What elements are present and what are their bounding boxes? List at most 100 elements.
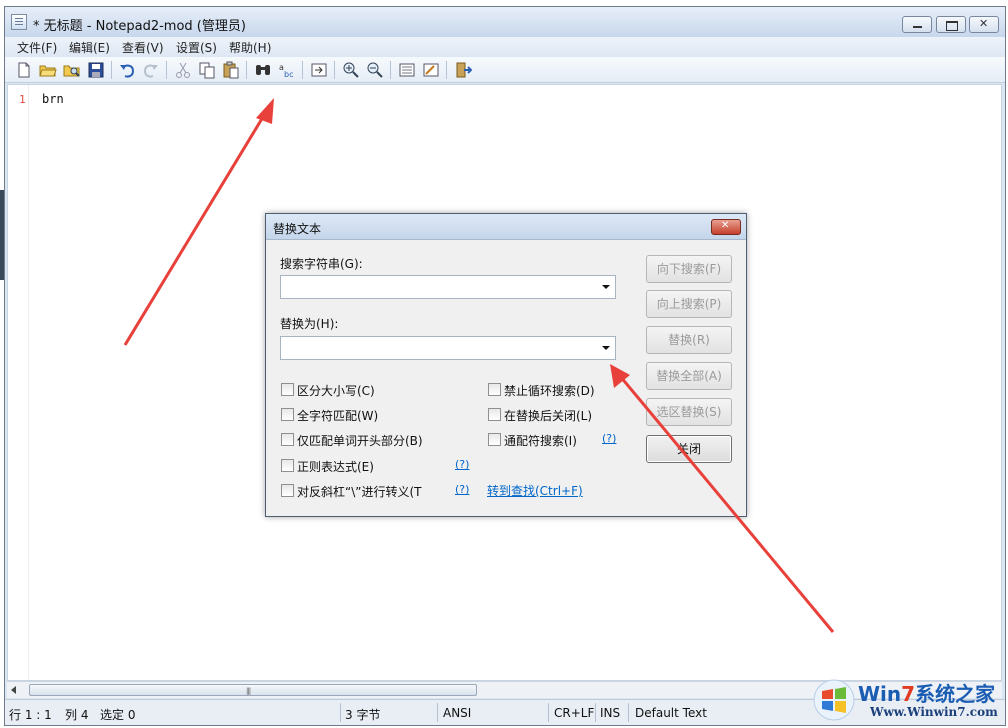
regex-label[interactable]: 正则表达式(E) <box>297 458 374 475</box>
menu-file[interactable]: 文件(F) <box>17 39 57 56</box>
window-title: * 无标题 - Notepad2-mod (管理员) <box>33 19 246 34</box>
watermark-brand-prefix: Win <box>858 682 902 706</box>
scrollbar-thumb[interactable]: ||| <box>29 684 477 696</box>
save-icon[interactable] <box>87 61 105 79</box>
replace-dialog: 替换文本 搜索字符串(G): 替换为(H): 区分大小写(C) 全字符匹配(W)… <box>265 213 747 517</box>
toolbar-separator <box>302 61 303 79</box>
scroll-left-icon[interactable] <box>11 686 16 694</box>
match-case-checkbox[interactable] <box>281 383 294 396</box>
watermark-url: Www.Winwin7.com <box>870 705 998 719</box>
redo-icon[interactable] <box>142 61 160 79</box>
search-combobox[interactable] <box>280 275 616 299</box>
status-separator <box>437 703 438 722</box>
wildcard-label[interactable]: 通配符搜索(I) <box>504 432 577 449</box>
zoom-in-icon[interactable] <box>342 61 360 79</box>
line-number: 1 <box>19 93 26 106</box>
scheme-icon[interactable] <box>398 61 416 79</box>
wildcard-help-link[interactable]: (?) <box>602 432 616 445</box>
close-window-button[interactable] <box>969 16 999 33</box>
find-next-button[interactable]: 向下搜索(F) <box>646 255 732 283</box>
whole-word-checkbox[interactable] <box>281 408 294 421</box>
replace-icon[interactable]: abc <box>278 61 296 79</box>
paste-icon[interactable] <box>222 61 240 79</box>
menu-bar: 文件(F) 编辑(E) 查看(V) 设置(S) 帮助(H) <box>5 37 1005 57</box>
no-wrap-label[interactable]: 禁止循环搜索(D) <box>504 382 595 399</box>
replace-combobox[interactable] <box>280 336 616 360</box>
toolbar: a bc <box>5 57 1005 83</box>
search-dropdown-icon[interactable] <box>602 285 610 289</box>
status-mode[interactable]: INS <box>600 706 620 720</box>
toolbar-separator <box>246 61 247 79</box>
replace-in-selection-button[interactable]: 选区替换(S) <box>646 398 732 426</box>
status-size: 3 字节 <box>345 708 381 722</box>
search-label: 搜索字符串(G): <box>280 257 363 271</box>
word-start-checkbox[interactable] <box>281 433 294 446</box>
status-separator <box>595 703 596 722</box>
menu-view[interactable]: 查看(V) <box>122 39 164 56</box>
replace-dropdown-icon[interactable] <box>602 346 610 350</box>
dialog-title-bar[interactable]: 替换文本 <box>266 214 746 240</box>
status-separator <box>628 703 629 722</box>
menu-edit[interactable]: 编辑(E) <box>69 39 110 56</box>
goto-find-link[interactable]: 转到查找(Ctrl+F) <box>487 482 583 499</box>
toolbar-separator <box>446 61 447 79</box>
watermark-brand-seven: 7 <box>901 682 916 706</box>
replace-label: 替换为(H): <box>280 317 339 331</box>
toolbar-separator <box>111 61 112 79</box>
grip-icon: ||| <box>246 687 251 695</box>
browse-icon[interactable] <box>63 61 81 79</box>
toolbar-separator <box>334 61 335 79</box>
windows-logo-icon <box>813 679 855 721</box>
no-wrap-checkbox[interactable] <box>488 383 501 396</box>
site-watermark: Win7系统之家 Www.Winwin7.com <box>806 674 1006 726</box>
status-position: 行 1 : 1 <box>9 708 52 722</box>
svg-text:bc: bc <box>284 70 293 79</box>
escape-help-link[interactable]: (?) <box>455 483 469 496</box>
dialog-title: 替换文本 <box>273 222 322 236</box>
toolbar-separator <box>390 61 391 79</box>
title-bar[interactable]: * 无标题 - Notepad2-mod (管理员) <box>5 7 1005 37</box>
regex-checkbox[interactable] <box>281 459 294 472</box>
toolbar-separator <box>166 61 167 79</box>
whole-word-label[interactable]: 全字符匹配(W) <box>297 407 378 424</box>
menu-help[interactable]: 帮助(H) <box>229 39 271 56</box>
copy-icon[interactable] <box>198 61 216 79</box>
close-after-label[interactable]: 在替换后关闭(L) <box>504 407 592 424</box>
open-folder-icon[interactable] <box>39 61 57 79</box>
status-encoding[interactable]: ANSI <box>443 706 471 720</box>
escape-label[interactable]: 对反斜杠“\”进行转义(T <box>297 483 422 500</box>
minimize-button[interactable] <box>902 16 932 33</box>
undo-icon[interactable] <box>118 61 136 79</box>
dialog-close-icon[interactable] <box>711 219 741 235</box>
status-selection: 选定 0 <box>100 708 136 722</box>
zoom-out-icon[interactable] <box>366 61 384 79</box>
exit-icon[interactable] <box>454 61 472 79</box>
menu-settings[interactable]: 设置(S) <box>176 39 217 56</box>
new-file-icon[interactable] <box>15 61 33 79</box>
status-scheme[interactable]: Default Text <box>635 706 707 720</box>
line-number-gutter: 1 <box>8 85 29 680</box>
find-icon[interactable] <box>254 61 272 79</box>
maximize-button[interactable] <box>936 16 966 33</box>
replace-all-button[interactable]: 替换全部(A) <box>646 362 732 390</box>
wildcard-checkbox[interactable] <box>488 433 501 446</box>
escape-checkbox[interactable] <box>281 484 294 497</box>
regex-help-link[interactable]: (?) <box>455 458 469 471</box>
find-previous-button[interactable]: 向上搜索(P) <box>646 290 732 318</box>
notepad-app-icon[interactable] <box>11 14 27 30</box>
status-separator <box>340 703 341 722</box>
close-button[interactable]: 关闭 <box>646 435 732 463</box>
replace-button[interactable]: 替换(R) <box>646 326 732 354</box>
cut-icon[interactable] <box>174 61 192 79</box>
watermark-brand-suffix: 系统之家 <box>915 682 996 706</box>
goto-icon[interactable] <box>310 61 328 79</box>
close-after-checkbox[interactable] <box>488 408 501 421</box>
status-line-ending[interactable]: CR+LF <box>554 706 594 720</box>
customize-scheme-icon[interactable] <box>422 61 440 79</box>
watermark-brand: Win7系统之家 <box>858 678 995 707</box>
status-separator <box>548 703 549 722</box>
word-start-label[interactable]: 仅匹配单词开头部分(B) <box>297 432 423 449</box>
editor-text-line[interactable]: brn <box>42 92 64 106</box>
status-column: 列 4 <box>65 708 89 722</box>
match-case-label[interactable]: 区分大小写(C) <box>297 382 375 399</box>
